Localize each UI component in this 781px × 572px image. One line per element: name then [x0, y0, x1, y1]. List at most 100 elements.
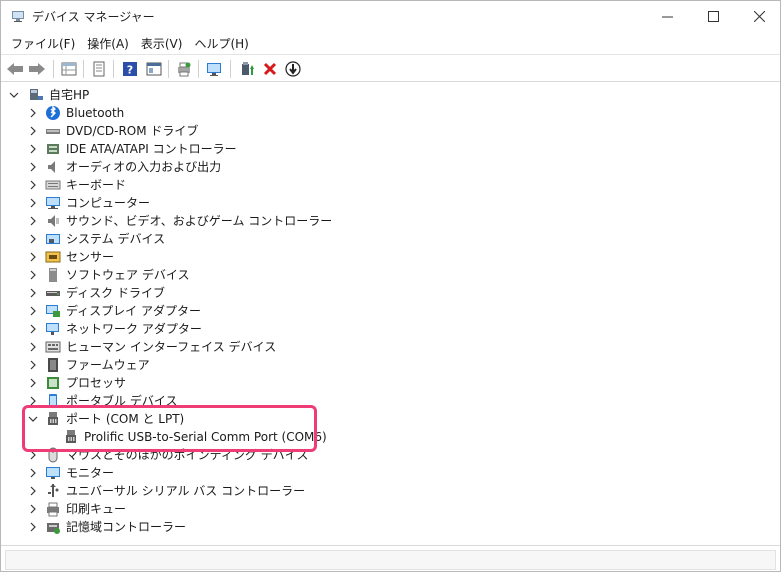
tree-category-item[interactable]: ディスク ドライブ: [1, 284, 501, 302]
tree-category-item[interactable]: Bluetooth: [1, 104, 501, 122]
printer-icon: [47, 502, 59, 517]
chevron-right-icon[interactable]: [28, 342, 38, 352]
tree-root[interactable]: 自宅HP: [1, 86, 301, 104]
tree-category-item[interactable]: ネットワーク アダプター: [1, 320, 501, 338]
forward-arrow-icon: [29, 63, 45, 75]
svg-text:?: ?: [127, 64, 133, 77]
monitor-icon: [46, 467, 60, 479]
usb-icon: [48, 484, 59, 497]
toolbar-separator: [198, 60, 199, 78]
tree-item-label: ディスク ドライブ: [66, 286, 165, 300]
chevron-right-icon[interactable]: [28, 270, 38, 280]
menu-help[interactable]: ヘルプ(H): [188, 32, 254, 54]
help-button[interactable]: ?: [120, 59, 140, 79]
tree-category-item[interactable]: ソフトウェア デバイス: [1, 266, 501, 284]
tree-item-label: IDE ATA/ATAPI コントローラー: [66, 142, 237, 156]
minimize-button[interactable]: [644, 1, 690, 32]
dvd-drive-icon: [46, 129, 60, 134]
document-view-button[interactable]: [89, 59, 109, 79]
forward-button[interactable]: [27, 59, 47, 79]
ide-controller-icon: [47, 144, 59, 154]
chevron-right-icon[interactable]: [28, 306, 38, 316]
chevron-right-icon[interactable]: [28, 360, 38, 370]
back-arrow-icon: [7, 63, 23, 75]
help-icon: ?: [123, 62, 137, 77]
toolbar-separator: [168, 60, 169, 78]
print-button[interactable]: [174, 59, 194, 79]
chevron-right-icon[interactable]: [28, 198, 38, 208]
chevron-right-icon[interactable]: [28, 324, 38, 334]
chevron-right-icon[interactable]: [28, 126, 38, 136]
scan-monitor-icon: [207, 63, 221, 76]
tree-category-item[interactable]: IDE ATA/ATAPI コントローラー: [1, 140, 501, 158]
menu-file[interactable]: ファイル(F): [5, 32, 81, 54]
menu-view[interactable]: 表示(V): [135, 32, 189, 54]
status-bar: [1, 545, 780, 571]
tree-category-item[interactable]: オーディオの入力および出力: [1, 158, 501, 176]
chevron-down-icon[interactable]: [9, 90, 19, 100]
uninstall-device-button[interactable]: [260, 59, 280, 79]
hid-icon: [45, 341, 61, 353]
tree-category-item[interactable]: 印刷キュー: [1, 500, 501, 518]
scan-hardware-button[interactable]: [205, 59, 225, 79]
tree-category-item[interactable]: ファームウェア: [1, 356, 501, 374]
tree-category-item[interactable]: センサー: [1, 248, 501, 266]
chevron-right-icon[interactable]: [28, 486, 38, 496]
minimize-icon: [661, 16, 673, 18]
title-bar[interactable]: デバイス マネージャー: [1, 1, 780, 32]
tree-category-item[interactable]: DVD/CD-ROM ドライブ: [1, 122, 501, 140]
chevron-right-icon[interactable]: [28, 180, 38, 190]
close-button[interactable]: [736, 1, 780, 32]
chevron-right-icon[interactable]: [28, 378, 38, 388]
update-driver-button[interactable]: [237, 59, 257, 79]
disable-device-button[interactable]: [283, 59, 303, 79]
tree-category-item[interactable]: モニター: [1, 464, 501, 482]
chevron-right-icon[interactable]: [28, 504, 38, 514]
window-title: デバイス マネージャー: [32, 10, 155, 24]
chevron-right-icon[interactable]: [28, 216, 38, 226]
tree-category-item[interactable]: キーボード: [1, 176, 501, 194]
tree-category-item[interactable]: プロセッサ: [1, 374, 501, 392]
properties-view-button[interactable]: [59, 59, 79, 79]
chevron-right-icon[interactable]: [28, 288, 38, 298]
tree-category-item[interactable]: サウンド、ビデオ、およびゲーム コントローラー: [1, 212, 501, 230]
tree-item-label: プロセッサ: [66, 376, 127, 390]
tree-item-label: システム デバイス: [66, 232, 166, 246]
tree-category-item[interactable]: 記憶域コントローラー: [1, 518, 501, 536]
tree-item-label: DVD/CD-ROM ドライブ: [66, 124, 199, 138]
toolbar-separator: [230, 60, 231, 78]
back-button[interactable]: [5, 59, 25, 79]
tree-category-item[interactable]: ヒューマン インターフェイス デバイス: [1, 338, 501, 356]
close-icon: [753, 11, 765, 22]
system-device-icon: [46, 234, 60, 244]
toolbar-separator: [113, 60, 114, 78]
menu-bar: ファイル(F) 操作(A) 表示(V) ヘルプ(H): [1, 32, 780, 54]
tree-category-item[interactable]: ディスプレイ アダプター: [1, 302, 501, 320]
chevron-right-icon[interactable]: [28, 522, 38, 532]
chevron-right-icon[interactable]: [28, 144, 38, 154]
maximize-button[interactable]: [690, 1, 736, 32]
tree-item-label: コンピューター: [66, 196, 151, 210]
down-arrow-circle-icon: [285, 61, 301, 77]
tree-category-item[interactable]: コンピューター: [1, 194, 501, 212]
tree-category-item[interactable]: システム デバイス: [1, 230, 501, 248]
device-tree: 自宅HP Bluetooth DVD/CD-ROM ドライブ IDE ATA/ATA…: [1, 83, 780, 545]
tree-item-label: キーボード: [66, 178, 127, 192]
chevron-right-icon[interactable]: [28, 108, 38, 118]
chevron-right-icon[interactable]: [28, 252, 38, 262]
tree-item-label: モニター: [66, 466, 115, 480]
chevron-right-icon[interactable]: [28, 234, 38, 244]
firmware-icon: [48, 358, 58, 372]
processor-icon: [47, 377, 59, 389]
delete-x-icon: [263, 62, 277, 76]
action-view-button[interactable]: [144, 59, 164, 79]
toolbar-separator: [53, 60, 54, 78]
computer-root-icon: [30, 89, 43, 100]
tree-category-item[interactable]: ユニバーサル シリアル バス コントローラー: [1, 482, 501, 500]
menu-action[interactable]: 操作(A): [81, 32, 135, 54]
software-device-icon: [49, 268, 57, 282]
chevron-right-icon[interactable]: [28, 468, 38, 478]
chevron-right-icon[interactable]: [28, 162, 38, 172]
status-panel: [5, 550, 776, 570]
device-manager-app-icon: [12, 11, 24, 22]
